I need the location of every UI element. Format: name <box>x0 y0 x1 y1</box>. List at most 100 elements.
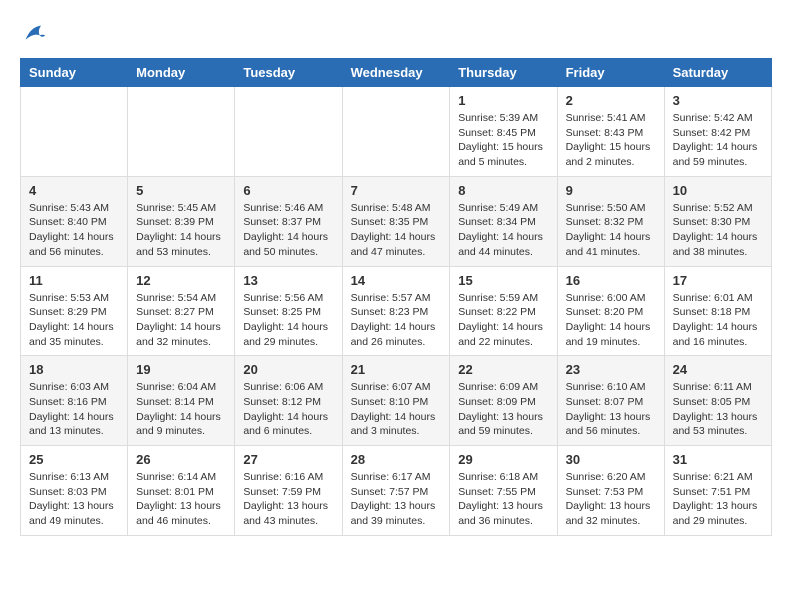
day-info: Sunrise: 5:42 AM Sunset: 8:42 PM Dayligh… <box>673 111 763 170</box>
day-number: 13 <box>243 273 333 288</box>
day-number: 1 <box>458 93 548 108</box>
calendar-cell: 22 Sunrise: 6:09 AM Sunset: 8:09 PM Dayli… <box>450 356 557 446</box>
header <box>20 20 772 48</box>
calendar-cell: 27 Sunrise: 6:16 AM Sunset: 7:59 PM Dayli… <box>235 446 342 536</box>
col-header-monday: Monday <box>128 59 235 87</box>
calendar-cell: 7 Sunrise: 5:48 AM Sunset: 8:35 PM Daylig… <box>342 176 450 266</box>
day-info: Sunrise: 6:00 AM Sunset: 8:20 PM Dayligh… <box>566 291 656 350</box>
calendar-cell: 5Sunrise: 5:45 AM Sunset: 8:39 PM Daylig… <box>128 176 235 266</box>
calendar-cell: 12 Sunrise: 5:54 AM Sunset: 8:27 PM Dayli… <box>128 266 235 356</box>
day-info: Sunrise: 6:10 AM Sunset: 8:07 PM Dayligh… <box>566 380 656 439</box>
day-number: 18 <box>29 362 119 377</box>
calendar-cell: 17 Sunrise: 6:01 AM Sunset: 8:18 PM Dayli… <box>664 266 771 356</box>
day-number: 17 <box>673 273 763 288</box>
calendar-cell: 26Sunrise: 6:14 AM Sunset: 8:01 PM Dayli… <box>128 446 235 536</box>
day-info: Sunrise: 6:17 AM Sunset: 7:57 PM Dayligh… <box>351 470 442 529</box>
col-header-wednesday: Wednesday <box>342 59 450 87</box>
day-info: Sunrise: 6:11 AM Sunset: 8:05 PM Dayligh… <box>673 380 763 439</box>
calendar-cell: 13Sunrise: 5:56 AM Sunset: 8:25 PM Dayli… <box>235 266 342 356</box>
calendar-week-row: 4 Sunrise: 5:43 AM Sunset: 8:40 PM Daylig… <box>21 176 772 266</box>
day-number: 26 <box>136 452 226 467</box>
day-info: Sunrise: 5:49 AM Sunset: 8:34 PM Dayligh… <box>458 201 548 260</box>
day-info: Sunrise: 6:20 AM Sunset: 7:53 PM Dayligh… <box>566 470 656 529</box>
day-info: Sunrise: 6:16 AM Sunset: 7:59 PM Dayligh… <box>243 470 333 529</box>
calendar-cell: 25 Sunrise: 6:13 AM Sunset: 8:03 PM Dayli… <box>21 446 128 536</box>
calendar-week-row: 25 Sunrise: 6:13 AM Sunset: 8:03 PM Dayli… <box>21 446 772 536</box>
calendar-cell: 31 Sunrise: 6:21 AM Sunset: 7:51 PM Dayli… <box>664 446 771 536</box>
calendar-header-row: SundayMondayTuesdayWednesdayThursdayFrid… <box>21 59 772 87</box>
day-number: 31 <box>673 452 763 467</box>
day-number: 19 <box>136 362 226 377</box>
calendar-cell: 23 Sunrise: 6:10 AM Sunset: 8:07 PM Dayli… <box>557 356 664 446</box>
calendar-week-row: 11Sunrise: 5:53 AM Sunset: 8:29 PM Dayli… <box>21 266 772 356</box>
day-number: 4 <box>29 183 119 198</box>
col-header-saturday: Saturday <box>664 59 771 87</box>
calendar-cell <box>342 87 450 177</box>
calendar-cell: 6 Sunrise: 5:46 AM Sunset: 8:37 PM Daylig… <box>235 176 342 266</box>
logo-bird-icon <box>20 20 48 48</box>
day-info: Sunrise: 5:43 AM Sunset: 8:40 PM Dayligh… <box>29 201 119 260</box>
calendar-cell: 4 Sunrise: 5:43 AM Sunset: 8:40 PM Daylig… <box>21 176 128 266</box>
calendar-cell: 1 Sunrise: 5:39 AM Sunset: 8:45 PM Daylig… <box>450 87 557 177</box>
day-number: 10 <box>673 183 763 198</box>
day-number: 20 <box>243 362 333 377</box>
calendar-table: SundayMondayTuesdayWednesdayThursdayFrid… <box>20 58 772 536</box>
day-info: Sunrise: 5:54 AM Sunset: 8:27 PM Dayligh… <box>136 291 226 350</box>
calendar-cell: 28 Sunrise: 6:17 AM Sunset: 7:57 PM Dayli… <box>342 446 450 536</box>
day-info: Sunrise: 6:04 AM Sunset: 8:14 PM Dayligh… <box>136 380 226 439</box>
calendar-week-row: 18 Sunrise: 6:03 AM Sunset: 8:16 PM Dayli… <box>21 356 772 446</box>
day-info: Sunrise: 6:21 AM Sunset: 7:51 PM Dayligh… <box>673 470 763 529</box>
day-number: 21 <box>351 362 442 377</box>
day-number: 29 <box>458 452 548 467</box>
calendar-cell <box>21 87 128 177</box>
day-number: 15 <box>458 273 548 288</box>
day-number: 23 <box>566 362 656 377</box>
calendar-cell: 10 Sunrise: 5:52 AM Sunset: 8:30 PM Dayli… <box>664 176 771 266</box>
day-info: Sunrise: 5:59 AM Sunset: 8:22 PM Dayligh… <box>458 291 548 350</box>
day-info: Sunrise: 5:46 AM Sunset: 8:37 PM Dayligh… <box>243 201 333 260</box>
day-info: Sunrise: 5:41 AM Sunset: 8:43 PM Dayligh… <box>566 111 656 170</box>
day-info: Sunrise: 6:09 AM Sunset: 8:09 PM Dayligh… <box>458 380 548 439</box>
calendar-cell: 8 Sunrise: 5:49 AM Sunset: 8:34 PM Daylig… <box>450 176 557 266</box>
day-info: Sunrise: 6:06 AM Sunset: 8:12 PM Dayligh… <box>243 380 333 439</box>
day-number: 7 <box>351 183 442 198</box>
day-number: 22 <box>458 362 548 377</box>
day-info: Sunrise: 5:50 AM Sunset: 8:32 PM Dayligh… <box>566 201 656 260</box>
calendar-cell: 11Sunrise: 5:53 AM Sunset: 8:29 PM Dayli… <box>21 266 128 356</box>
day-number: 14 <box>351 273 442 288</box>
calendar-cell: 24 Sunrise: 6:11 AM Sunset: 8:05 PM Dayli… <box>664 356 771 446</box>
calendar-cell: 18 Sunrise: 6:03 AM Sunset: 8:16 PM Dayli… <box>21 356 128 446</box>
day-number: 25 <box>29 452 119 467</box>
calendar-cell: 3Sunrise: 5:42 AM Sunset: 8:42 PM Daylig… <box>664 87 771 177</box>
calendar-cell: 14 Sunrise: 5:57 AM Sunset: 8:23 PM Dayli… <box>342 266 450 356</box>
calendar-cell: 15 Sunrise: 5:59 AM Sunset: 8:22 PM Dayli… <box>450 266 557 356</box>
day-number: 27 <box>243 452 333 467</box>
day-info: Sunrise: 5:48 AM Sunset: 8:35 PM Dayligh… <box>351 201 442 260</box>
day-info: Sunrise: 5:57 AM Sunset: 8:23 PM Dayligh… <box>351 291 442 350</box>
calendar-cell: 19 Sunrise: 6:04 AM Sunset: 8:14 PM Dayli… <box>128 356 235 446</box>
day-info: Sunrise: 5:52 AM Sunset: 8:30 PM Dayligh… <box>673 201 763 260</box>
day-number: 12 <box>136 273 226 288</box>
day-number: 11 <box>29 273 119 288</box>
day-number: 9 <box>566 183 656 198</box>
col-header-tuesday: Tuesday <box>235 59 342 87</box>
day-info: Sunrise: 6:03 AM Sunset: 8:16 PM Dayligh… <box>29 380 119 439</box>
day-info: Sunrise: 6:13 AM Sunset: 8:03 PM Dayligh… <box>29 470 119 529</box>
day-info: Sunrise: 5:45 AM Sunset: 8:39 PM Dayligh… <box>136 201 226 260</box>
day-number: 24 <box>673 362 763 377</box>
logo <box>20 20 52 48</box>
day-number: 6 <box>243 183 333 198</box>
calendar-cell: 21 Sunrise: 6:07 AM Sunset: 8:10 PM Dayli… <box>342 356 450 446</box>
day-number: 16 <box>566 273 656 288</box>
day-number: 28 <box>351 452 442 467</box>
day-info: Sunrise: 6:01 AM Sunset: 8:18 PM Dayligh… <box>673 291 763 350</box>
day-info: Sunrise: 6:18 AM Sunset: 7:55 PM Dayligh… <box>458 470 548 529</box>
calendar-week-row: 1 Sunrise: 5:39 AM Sunset: 8:45 PM Daylig… <box>21 87 772 177</box>
calendar-cell: 29 Sunrise: 6:18 AM Sunset: 7:55 PM Dayli… <box>450 446 557 536</box>
calendar-cell: 30Sunrise: 6:20 AM Sunset: 7:53 PM Dayli… <box>557 446 664 536</box>
day-number: 2 <box>566 93 656 108</box>
calendar-cell <box>235 87 342 177</box>
day-info: Sunrise: 5:39 AM Sunset: 8:45 PM Dayligh… <box>458 111 548 170</box>
day-info: Sunrise: 6:07 AM Sunset: 8:10 PM Dayligh… <box>351 380 442 439</box>
day-number: 8 <box>458 183 548 198</box>
